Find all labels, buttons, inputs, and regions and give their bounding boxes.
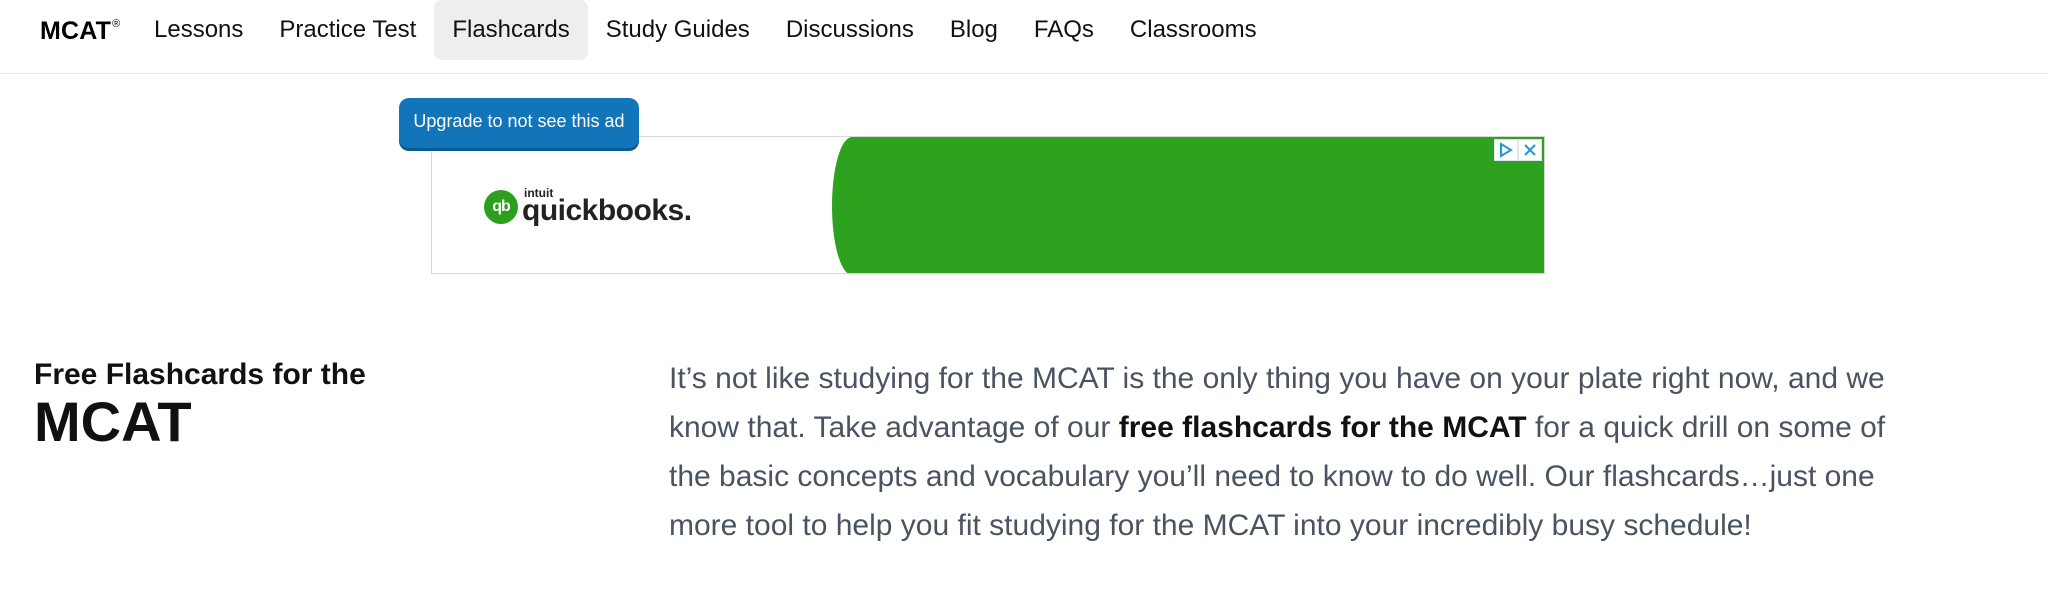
top-nav: MCAT® Lessons Practice Test Flashcards S…: [0, 0, 2048, 74]
intro-paragraph: It’s not like studying for the MCAT is t…: [669, 354, 1919, 550]
brand-logo[interactable]: MCAT®: [40, 17, 120, 46]
quickbooks-logo: qb intuit quickbooks.: [484, 187, 692, 226]
adchoices-icon[interactable]: [1494, 139, 1518, 161]
brand-name: MCAT: [40, 17, 112, 45]
nav-item-faqs[interactable]: FAQs: [1016, 0, 1112, 60]
close-icon[interactable]: [1518, 139, 1542, 161]
intro-bold-text: free flashcards for the MCAT: [1118, 411, 1527, 444]
nav-item-flashcards[interactable]: Flashcards: [434, 0, 588, 60]
nav-item-study-guides[interactable]: Study Guides: [588, 0, 768, 60]
page-title-line2: MCAT: [34, 390, 192, 453]
ad-controls: [1494, 139, 1542, 161]
nav-item-discussions[interactable]: Discussions: [768, 0, 932, 60]
registered-mark: ®: [112, 17, 121, 30]
ad-green-panel: [832, 137, 1544, 273]
quickbooks-logo-icon: qb: [484, 189, 518, 224]
ad-banner[interactable]: qb intuit quickbooks.: [431, 136, 1545, 274]
page-title-line1: Free Flashcards for the: [34, 358, 366, 391]
nav-item-classrooms[interactable]: Classrooms: [1112, 0, 1275, 60]
nav-item-blog[interactable]: Blog: [932, 0, 1016, 60]
nav-item-practice-test[interactable]: Practice Test: [261, 0, 434, 60]
page-title: Free Flashcards for the MCAT: [34, 358, 366, 450]
nav-menu: Lessons Practice Test Flashcards Study G…: [136, 0, 1275, 60]
logo-quickbooks-text: quickbooks.: [522, 194, 692, 227]
nav-item-lessons[interactable]: Lessons: [136, 0, 261, 60]
upgrade-button[interactable]: Upgrade to not see this ad: [399, 98, 639, 148]
